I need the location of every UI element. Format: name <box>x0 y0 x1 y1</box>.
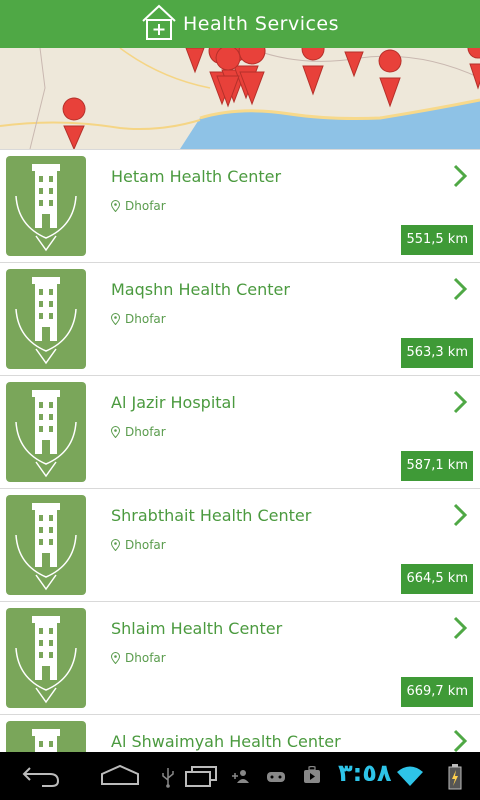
facility-region-label: Dhofar <box>125 651 166 665</box>
back-icon[interactable] <box>22 764 60 792</box>
facility-list[interactable]: Hetam Health Center Dhofar 551,5 km Maqs… <box>0 149 480 752</box>
status-clock: ٣:٥٨ <box>338 759 392 787</box>
list-item[interactable]: Shlaim Health Center Dhofar 669,7 km <box>0 601 480 714</box>
facility-logo <box>6 608 86 708</box>
distance-badge: 563,3 km <box>401 338 473 368</box>
location-pin-icon <box>111 313 120 325</box>
list-item[interactable]: Al Jazir Hospital Dhofar 587,1 km <box>0 375 480 488</box>
chevron-right-icon[interactable] <box>452 616 468 644</box>
facility-name: Maqshn Health Center <box>111 280 290 299</box>
facility-logo <box>6 721 86 752</box>
chevron-right-icon[interactable] <box>452 277 468 305</box>
app-bar: Health Services <box>0 0 480 48</box>
distance-badge: 587,1 km <box>401 451 473 481</box>
battery-charging-icon <box>448 764 462 794</box>
facility-name: Al Jazir Hospital <box>111 393 236 412</box>
game-controller-icon <box>266 768 286 788</box>
facility-name: Hetam Health Center <box>111 167 282 186</box>
facility-logo <box>6 382 86 482</box>
facility-region-label: Dhofar <box>125 199 166 213</box>
chevron-right-icon[interactable] <box>452 503 468 531</box>
list-item[interactable]: Hetam Health Center Dhofar 551,5 km <box>0 149 480 262</box>
facility-region: Dhofar <box>111 312 166 326</box>
facility-name: Al Shwaimyah Health Center <box>111 732 341 751</box>
facility-region: Dhofar <box>111 651 166 665</box>
facility-region-label: Dhofar <box>125 425 166 439</box>
list-item[interactable]: Maqshn Health Center Dhofar 563,3 km <box>0 262 480 375</box>
location-pin-icon <box>111 200 120 212</box>
facility-region: Dhofar <box>111 199 166 213</box>
list-item[interactable]: Shrabthait Health Center Dhofar 664,5 km <box>0 488 480 601</box>
recent-apps-icon[interactable] <box>184 764 220 792</box>
home-icon[interactable] <box>100 764 140 792</box>
add-contact-icon <box>230 768 250 788</box>
chevron-right-icon[interactable] <box>452 164 468 192</box>
location-pin-icon <box>111 426 120 438</box>
facility-name: Shrabthait Health Center <box>111 506 312 525</box>
facility-logo <box>6 269 86 369</box>
facility-region: Dhofar <box>111 538 166 552</box>
usb-icon <box>160 766 176 792</box>
location-pin-icon <box>111 539 120 551</box>
page-title: Health Services <box>182 13 340 35</box>
facility-region-label: Dhofar <box>125 538 166 552</box>
system-navigation-bar: ٣:٥٨ <box>0 752 480 800</box>
facility-region: Dhofar <box>111 425 166 439</box>
distance-badge: 551,5 km <box>401 225 473 255</box>
distance-badge: 664,5 km <box>401 564 473 594</box>
chevron-right-icon[interactable] <box>452 390 468 418</box>
facility-name: Shlaim Health Center <box>111 619 283 638</box>
house-plus-icon <box>141 3 177 45</box>
location-pin-icon <box>111 652 120 664</box>
list-item[interactable]: Al Shwaimyah Health Center <box>0 714 480 752</box>
wifi-icon <box>396 764 424 792</box>
facilities-map[interactable] <box>0 48 480 149</box>
distance-badge: 669,7 km <box>401 677 473 707</box>
chevron-right-icon[interactable] <box>452 729 468 752</box>
facility-logo <box>6 156 86 256</box>
facility-logo <box>6 495 86 595</box>
play-store-icon <box>303 765 321 788</box>
facility-region-label: Dhofar <box>125 312 166 326</box>
